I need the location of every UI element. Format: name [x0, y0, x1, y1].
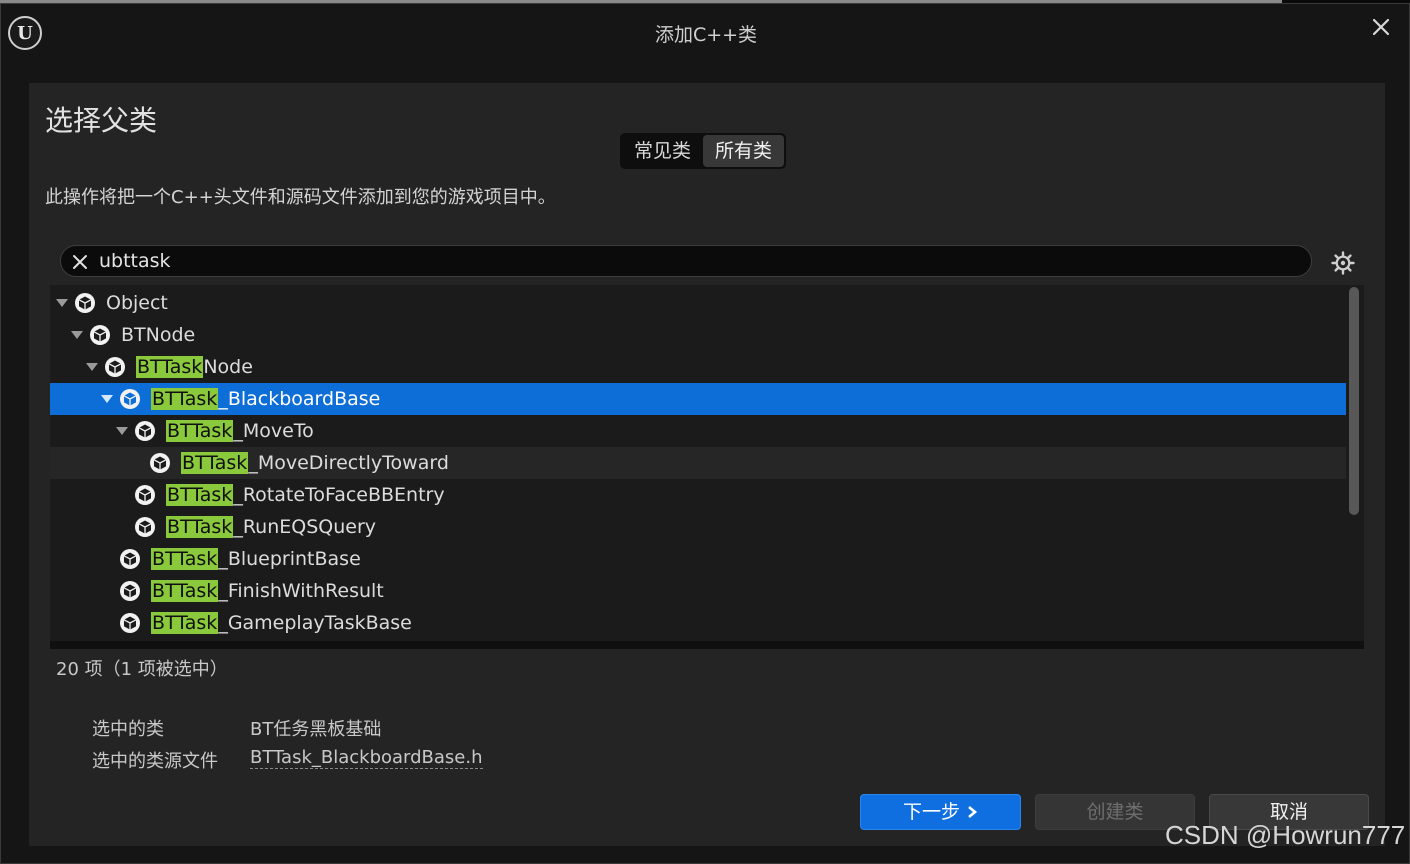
- search-match-highlight: BTTask: [166, 516, 234, 538]
- tree-row-label: BTTaskNode: [136, 354, 253, 380]
- add-cpp-class-dialog: U 添加C++类 选择父类 常见类 所有类 此操作将把一个C++头文件和源码文件…: [0, 3, 1410, 864]
- tree-row-text: Object: [106, 292, 168, 314]
- settings-button[interactable]: [1329, 249, 1357, 277]
- tree-row[interactable]: BTTask_MoveTo: [50, 415, 1346, 447]
- watermark: CSDN @Howrun777: [1165, 820, 1406, 850]
- tree-row-text: BTNode: [121, 324, 196, 346]
- tree-row[interactable]: BTTask_RotateToFaceBBEntry: [50, 479, 1346, 511]
- tree-row[interactable]: BTTask_GameplayTaskBase: [50, 607, 1346, 639]
- search-box: [60, 245, 1312, 277]
- class-filter-tabs: 常见类 所有类: [620, 133, 787, 169]
- class-cube-icon: [75, 293, 95, 313]
- clear-search-button[interactable]: [69, 251, 91, 273]
- tree-row[interactable]: BTTask_BlueprintBase: [50, 543, 1346, 575]
- item-count: 20 项（1 项被选中）: [56, 659, 228, 680]
- class-cube-icon: [90, 325, 110, 345]
- tree-row-label: Object: [106, 290, 168, 316]
- class-cube-icon: [135, 517, 155, 537]
- tree-row-text: Node: [203, 356, 253, 378]
- tree-scrollbar[interactable]: [1349, 287, 1359, 515]
- search-match-highlight: BTTask: [151, 388, 219, 410]
- triangle-down-icon[interactable]: [85, 360, 99, 374]
- tree-row-label: BTTask_GameplayTaskBase: [151, 610, 412, 636]
- tree-row[interactable]: BTTask_RunEQSQuery: [50, 511, 1346, 543]
- next-button[interactable]: 下一步: [860, 794, 1021, 830]
- tree-row-label: BTTask_MoveDirectlyToward: [181, 450, 449, 476]
- tree-row-label: BTTask_FinishWithResult: [151, 578, 384, 604]
- search-match-highlight: BTTask: [151, 612, 219, 634]
- tree-row-label: BTTask_BlackboardBase: [151, 386, 380, 412]
- search-input[interactable]: [99, 248, 1299, 274]
- window-title: 添加C++类: [654, 24, 758, 46]
- tree-row[interactable]: BTNode: [50, 319, 1346, 351]
- search-match-highlight: BTTask: [181, 452, 249, 474]
- tree-row-label: BTTask_MoveTo: [166, 418, 314, 444]
- triangle-down-icon[interactable]: [70, 328, 84, 342]
- next-button-label: 下一步: [902, 801, 960, 823]
- search-match-highlight: BTTask: [166, 484, 234, 506]
- selected-class-value: BT任务黑板基础: [250, 719, 382, 740]
- tree-row-label: BTTask_RotateToFaceBBEntry: [166, 482, 445, 508]
- search-match-highlight: BTTask: [166, 420, 234, 442]
- triangle-down-icon[interactable]: [55, 296, 69, 310]
- tree-row[interactable]: BTTask_FinishWithResult: [50, 575, 1346, 607]
- tab-common-classes[interactable]: 常见类: [622, 135, 703, 167]
- class-cube-icon: [105, 357, 125, 377]
- selected-class-label: 选中的类: [92, 719, 164, 740]
- tree-row-text: _RotateToFaceBBEntry: [233, 484, 445, 506]
- tree-bottom-edge: [50, 641, 1364, 649]
- tree-row-label: BTTask_BlueprintBase: [151, 546, 361, 572]
- tree-row[interactable]: BTTask_MoveDirectlyToward: [50, 447, 1346, 479]
- triangle-down-icon[interactable]: [100, 392, 114, 406]
- tree-row-text: _RunEQSQuery: [233, 516, 377, 538]
- selected-source-link[interactable]: BTTask_BlackboardBase.h: [250, 747, 483, 769]
- class-cube-icon: [120, 389, 140, 409]
- tree-row-text: _MoveDirectlyToward: [248, 452, 449, 474]
- selected-source-label: 选中的类源文件: [92, 751, 218, 772]
- tree-row-text: _GameplayTaskBase: [218, 612, 412, 634]
- tree-row-text: _MoveTo: [233, 420, 314, 442]
- tree-row[interactable]: Object: [50, 287, 1346, 319]
- tree-row[interactable]: BTTaskNode: [50, 351, 1346, 383]
- tree-row-text: _FinishWithResult: [218, 580, 384, 602]
- class-cube-icon: [120, 581, 140, 601]
- tab-all-classes[interactable]: 所有类: [703, 135, 785, 167]
- chevron-right-icon: [968, 806, 978, 818]
- content-panel: 选择父类 常见类 所有类 此操作将把一个C++头文件和源码文件添加到您的游戏项目…: [29, 83, 1385, 846]
- tree-row-text: _BlueprintBase: [218, 548, 361, 570]
- class-cube-icon: [120, 613, 140, 633]
- clear-search-icon: [73, 255, 87, 269]
- class-cube-icon: [135, 421, 155, 441]
- class-cube-icon: [135, 485, 155, 505]
- page-title: 选择父类: [45, 104, 158, 137]
- class-tree: BTTask_MakeNoiseBTTask_GameplayTaskBaseB…: [50, 285, 1364, 649]
- close-icon: [1372, 18, 1390, 36]
- search-match-highlight: BTTask: [136, 356, 204, 378]
- tree-row-label: BTTask_RunEQSQuery: [166, 514, 376, 540]
- tree-row-label: BTNode: [121, 322, 195, 348]
- search-match-highlight: BTTask: [151, 548, 219, 570]
- class-cube-icon: [120, 549, 140, 569]
- gear-icon: [1331, 251, 1355, 275]
- close-button[interactable]: [1366, 12, 1396, 42]
- triangle-down-icon[interactable]: [115, 424, 129, 438]
- tree-row-text: _BlackboardBase: [218, 388, 381, 410]
- description-text: 此操作将把一个C++头文件和源码文件添加到您的游戏项目中。: [45, 187, 556, 208]
- tree-row[interactable]: BTTask_BlackboardBase: [50, 383, 1346, 415]
- class-cube-icon: [150, 453, 170, 473]
- search-match-highlight: BTTask: [151, 580, 219, 602]
